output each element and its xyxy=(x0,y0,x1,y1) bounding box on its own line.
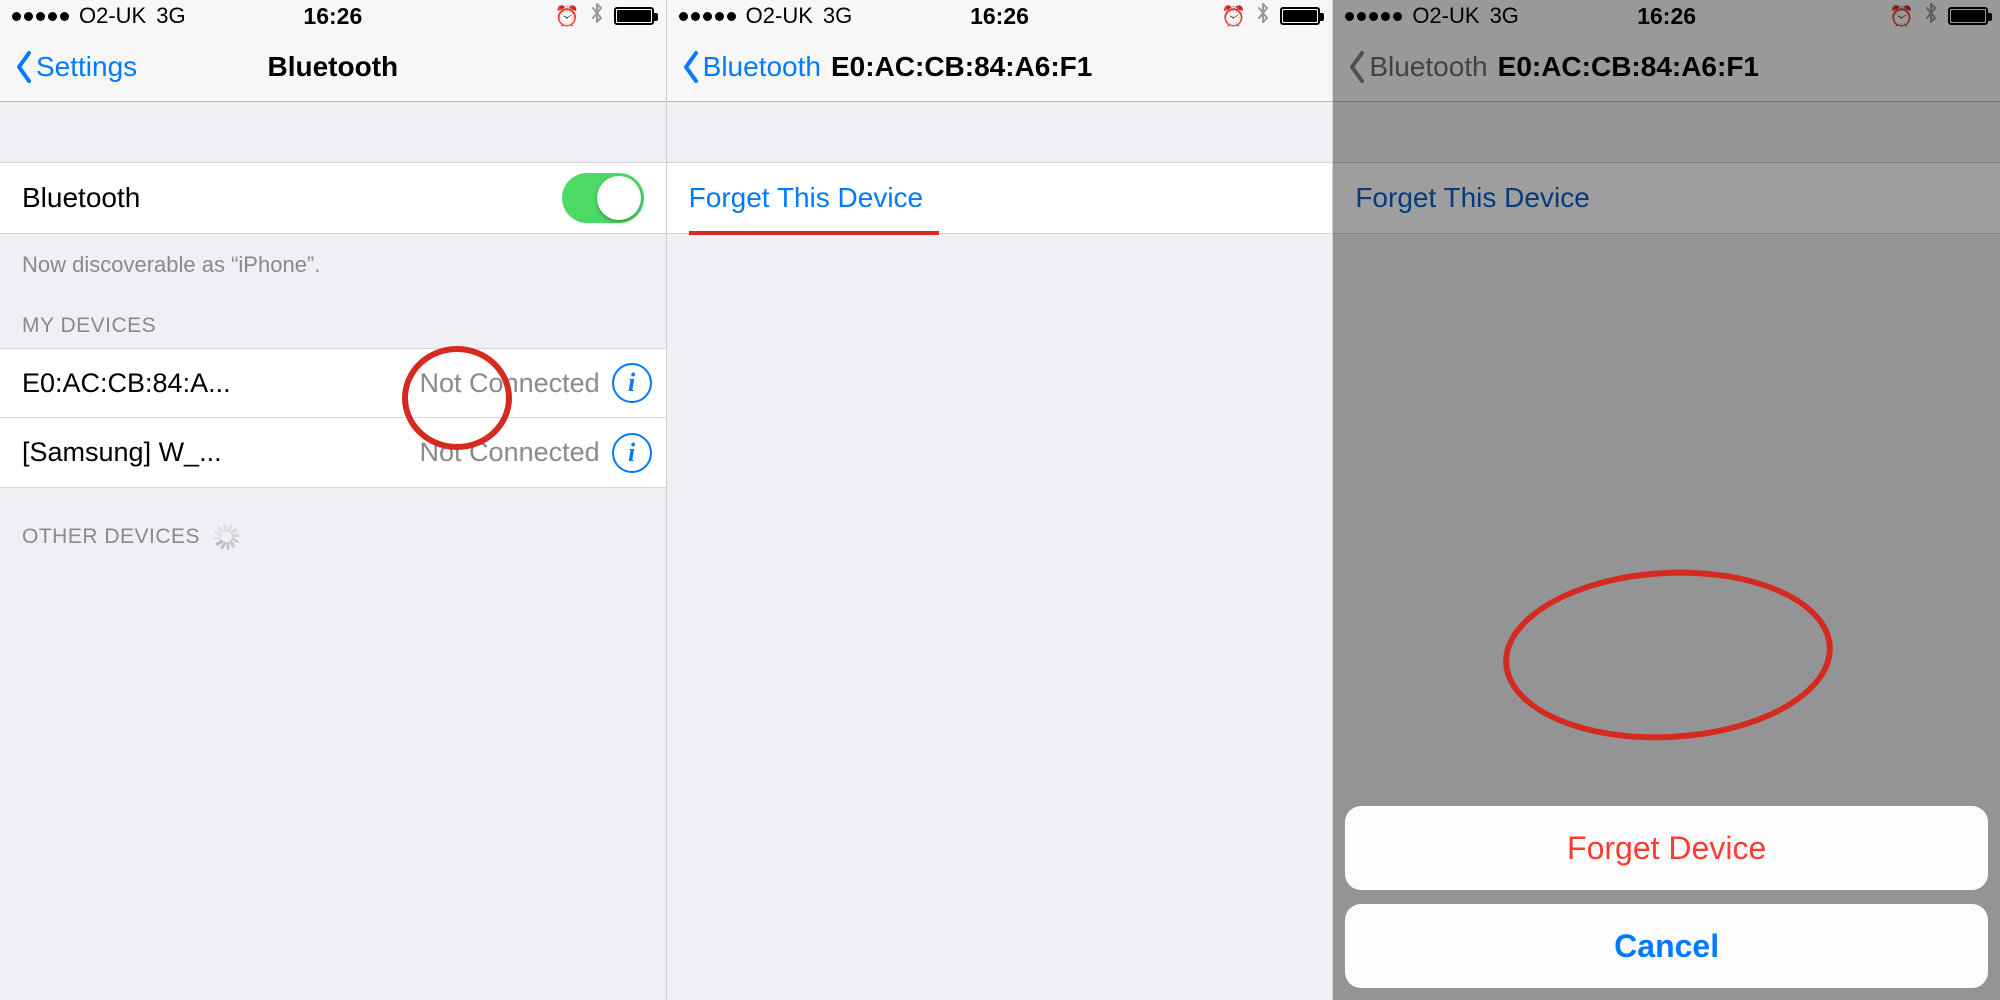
nav-title: E0:AC:CB:84:A6:F1 xyxy=(831,51,1092,83)
nav-bar: Settings Bluetooth xyxy=(0,32,666,102)
device-info-button[interactable]: i xyxy=(612,433,652,473)
carrier-label: O2-UK xyxy=(746,3,813,29)
my-devices-header: MY DEVICES xyxy=(0,278,666,348)
carrier-label: O2-UK xyxy=(79,3,146,29)
status-bar: O2-UK 3G 16:26 ⏰ xyxy=(667,0,1333,32)
device-status: Not Connected xyxy=(420,437,612,468)
bluetooth-toggle[interactable] xyxy=(562,173,644,223)
clock-label: 16:26 xyxy=(303,3,362,30)
nav-title: Bluetooth xyxy=(268,51,399,83)
bluetooth-toggle-row[interactable]: Bluetooth xyxy=(0,162,666,234)
forget-device-row[interactable]: Forget This Device xyxy=(667,162,1333,234)
device-row[interactable]: [Samsung] W_... Not Connected i xyxy=(0,418,666,488)
status-bar: O2-UK 3G 16:26 ⏰ xyxy=(0,0,666,32)
back-label: Bluetooth xyxy=(703,51,821,83)
alarm-icon: ⏰ xyxy=(1221,4,1246,29)
pane-device-detail: O2-UK 3G 16:26 ⏰ Bluetooth E0:AC:CB:84:A… xyxy=(667,0,1334,1000)
bluetooth-icon xyxy=(1256,2,1270,30)
back-label: Settings xyxy=(36,51,137,83)
network-label: 3G xyxy=(823,3,852,29)
alarm-icon: ⏰ xyxy=(555,4,580,29)
other-devices-header: OTHER DEVICES xyxy=(0,488,666,560)
nav-bar: Bluetooth E0:AC:CB:84:A6:F1 xyxy=(667,32,1333,102)
cancel-button[interactable]: Cancel xyxy=(1345,904,1988,988)
back-button[interactable]: Settings xyxy=(14,50,137,84)
battery-icon xyxy=(1280,7,1320,25)
action-sheet: Forget Device Cancel xyxy=(1345,792,1988,988)
device-row[interactable]: E0:AC:CB:84:A... Not Connected i xyxy=(0,348,666,418)
spinner-icon xyxy=(212,524,238,550)
chevron-left-icon xyxy=(14,50,34,84)
bluetooth-toggle-label: Bluetooth xyxy=(22,182,140,214)
battery-icon xyxy=(614,7,654,25)
forget-device-label: Forget This Device xyxy=(689,182,923,214)
signal-dots-icon xyxy=(12,12,69,21)
back-button[interactable]: Bluetooth xyxy=(681,50,821,84)
device-info-button[interactable]: i xyxy=(612,363,652,403)
pane-forget-confirmation: O2-UK 3G 16:26 ⏰ Bluetooth E0:AC:CB:84 xyxy=(1333,0,2000,1000)
clock-label: 16:26 xyxy=(970,3,1029,30)
network-label: 3G xyxy=(156,3,185,29)
device-name: [Samsung] W_... xyxy=(22,437,222,468)
discoverable-note: Now discoverable as “iPhone”. xyxy=(0,234,666,278)
device-status: Not Connected xyxy=(420,368,612,399)
device-name: E0:AC:CB:84:A... xyxy=(22,368,231,399)
forget-device-button[interactable]: Forget Device xyxy=(1345,806,1988,890)
pane-bluetooth-settings: O2-UK 3G 16:26 ⏰ Settings Bluetooth Blue… xyxy=(0,0,667,1000)
bluetooth-icon xyxy=(590,2,604,30)
chevron-left-icon xyxy=(681,50,701,84)
signal-dots-icon xyxy=(679,12,736,21)
